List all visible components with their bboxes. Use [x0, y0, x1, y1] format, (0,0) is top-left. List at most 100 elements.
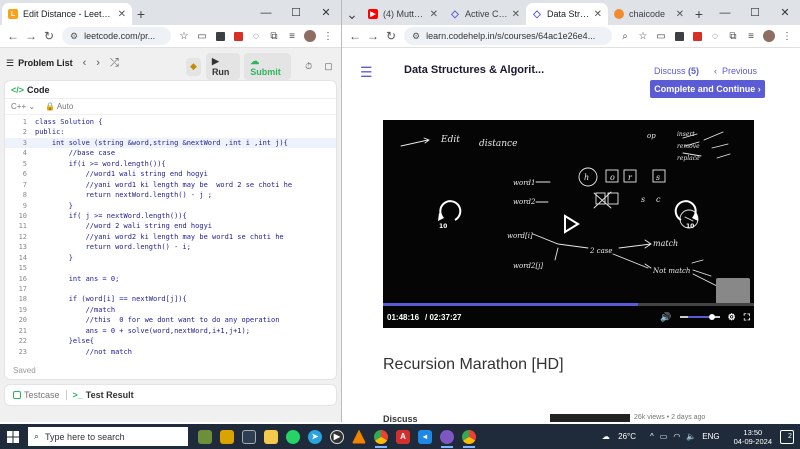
- notifications-icon[interactable]: 2: [780, 429, 794, 444]
- back-arrow-icon[interactable]: ←: [346, 29, 364, 43]
- skip-back-icon[interactable]: 10: [438, 200, 462, 230]
- language-indicator[interactable]: ENG: [702, 432, 719, 441]
- complete-continue-button[interactable]: Complete and Continue ›: [650, 80, 765, 98]
- site-info-icon[interactable]: ⚙: [412, 31, 420, 42]
- extension-ghost-icon[interactable]: ◌: [707, 28, 723, 44]
- testcase-tab[interactable]: Testcase: [13, 390, 60, 400]
- video-thumbnail[interactable]: [550, 414, 630, 422]
- taskbar-app-1[interactable]: [194, 424, 216, 449]
- url-field[interactable]: ⚙ leetcode.com/pr...: [62, 27, 171, 45]
- code-line[interactable]: 6 //word1 wali string end hogyi: [5, 169, 336, 179]
- volume-knob[interactable]: [708, 314, 715, 320]
- prev-problem-icon[interactable]: ‹: [83, 57, 87, 69]
- code-line[interactable]: 19 //match: [5, 305, 336, 315]
- more-menu-icon[interactable]: ⋮: [320, 28, 336, 44]
- settings-gear-icon[interactable]: ⚙: [728, 312, 736, 323]
- extension-icon[interactable]: [212, 28, 228, 44]
- back-arrow-icon[interactable]: ←: [4, 29, 22, 43]
- taskbar-acrobat[interactable]: A: [392, 424, 414, 449]
- code-editor[interactable]: 1 class Solution {2 public: 3 int solve (st…: [5, 117, 336, 361]
- code-line[interactable]: 9 }: [5, 201, 336, 211]
- speaker-icon[interactable]: 🔈: [686, 432, 696, 441]
- url-field[interactable]: ⚙ learn.codehelp.in/s/courses/64ac1e26e4…: [404, 27, 612, 45]
- code-line[interactable]: 23 //not match: [5, 347, 336, 357]
- taskbar-chrome-profile[interactable]: [436, 424, 458, 449]
- notes-icon[interactable]: ▢: [321, 58, 336, 76]
- code-line[interactable]: 16 int ans = 0;: [5, 274, 336, 284]
- reading-list-icon[interactable]: ≡: [743, 28, 759, 44]
- reload-icon[interactable]: ↻: [382, 29, 400, 43]
- volume-slider[interactable]: [679, 314, 720, 320]
- weather-widget[interactable]: ☁ 26°C: [602, 432, 636, 441]
- timer-icon[interactable]: ⏱: [301, 58, 316, 76]
- close-tab-icon[interactable]: ✕: [672, 9, 684, 20]
- close-window-button[interactable]: ✕: [770, 6, 800, 19]
- problem-list-icon[interactable]: ☰: [6, 58, 14, 69]
- close-tab-icon[interactable]: ✕: [590, 9, 602, 20]
- start-button[interactable]: [0, 424, 26, 449]
- code-line[interactable]: 5 if(i >= word.length()){: [5, 159, 336, 169]
- code-line[interactable]: 17: [5, 284, 336, 294]
- shuffle-icon[interactable]: ⤮: [110, 57, 119, 70]
- code-line[interactable]: 11 //word 2 wali string end hogyi: [5, 221, 336, 231]
- tab-chaicode[interactable]: chaicode ✕: [608, 3, 690, 25]
- extension-red-icon[interactable]: [230, 28, 246, 44]
- tab-youtube[interactable]: ▶ (4) Mutton B ✕: [362, 3, 444, 25]
- fullscreen-icon[interactable]: ⛶: [744, 312, 750, 323]
- code-line[interactable]: 12 //yani word2 ki length may be word1 s…: [5, 232, 336, 242]
- close-tab-icon[interactable]: ✕: [426, 9, 438, 20]
- close-tab-icon[interactable]: ✕: [508, 9, 520, 20]
- taskbar-chrome[interactable]: [370, 424, 392, 449]
- tab-search-icon[interactable]: ⌄: [342, 3, 362, 25]
- bookmark-star-icon[interactable]: ☆: [176, 28, 192, 44]
- taskbar-app-2[interactable]: [216, 424, 238, 449]
- taskbar-whatsapp[interactable]: [282, 424, 304, 449]
- extensions-puzzle-icon[interactable]: ⧉: [725, 28, 741, 44]
- code-line[interactable]: 18 if (word[i] == nextWord[j]){: [5, 294, 336, 304]
- code-line[interactable]: 13 return word.length() - i;: [5, 242, 336, 252]
- code-line[interactable]: 22 }else{: [5, 336, 336, 346]
- code-line[interactable]: 14 }: [5, 253, 336, 263]
- taskbar-telegram[interactable]: ➤: [304, 424, 326, 449]
- zoom-icon[interactable]: ⌕: [617, 28, 633, 44]
- close-window-button[interactable]: ✕: [311, 6, 341, 19]
- bookmark-star-icon[interactable]: ☆: [635, 28, 651, 44]
- language-selector[interactable]: C++ ⌄: [11, 102, 35, 111]
- run-button[interactable]: ▶ Run: [205, 53, 241, 80]
- extensions-puzzle-icon[interactable]: ⧉: [266, 28, 282, 44]
- maximize-button[interactable]: ☐: [281, 6, 311, 19]
- new-tab-button[interactable]: +: [132, 3, 150, 25]
- close-tab-icon[interactable]: ✕: [114, 9, 126, 20]
- code-line[interactable]: 1 class Solution {: [5, 117, 336, 127]
- code-line[interactable]: 20 //this 0 for we dont want to do any o…: [5, 315, 336, 325]
- code-line[interactable]: 7 //yani word1 ki length may be word 2 s…: [5, 180, 336, 190]
- minimize-button[interactable]: —: [251, 7, 281, 19]
- extension-icon[interactable]: [671, 28, 687, 44]
- code-line[interactable]: 3 int solve (string &word,string &nextWo…: [5, 137, 336, 149]
- taskbar-chrome-2[interactable]: [458, 424, 480, 449]
- extension-red-icon[interactable]: [689, 28, 705, 44]
- code-line[interactable]: 21 ans = 0 + solve(word,nextWord,i+1,j+1…: [5, 326, 336, 336]
- profile-avatar[interactable]: [761, 28, 777, 44]
- test-result-tab[interactable]: >_ Test Result: [73, 390, 134, 400]
- taskbar-file-explorer[interactable]: [260, 424, 282, 449]
- forward-arrow-icon[interactable]: →: [364, 29, 382, 43]
- new-tab-button[interactable]: +: [690, 3, 708, 25]
- cast-icon[interactable]: ▭: [653, 28, 669, 44]
- code-line[interactable]: 2 public:: [5, 127, 336, 137]
- more-menu-icon[interactable]: ⋮: [779, 28, 795, 44]
- code-line[interactable]: 4 //base case: [5, 148, 336, 158]
- profile-avatar[interactable]: [302, 28, 318, 44]
- forward-arrow-icon[interactable]: →: [22, 29, 40, 43]
- tab-data-structures[interactable]: ◇ Data Structu ✕: [526, 3, 608, 25]
- code-line[interactable]: 8 return nextWord.length() - j ;: [5, 190, 336, 200]
- cast-icon[interactable]: ▭: [194, 28, 210, 44]
- site-info-icon[interactable]: ⚙: [70, 31, 78, 42]
- video-player[interactable]: Edit distance op insert remove replace w…: [383, 120, 754, 328]
- wifi-icon[interactable]: ◠: [673, 432, 680, 441]
- show-hidden-icons[interactable]: ^: [650, 432, 654, 441]
- code-line[interactable]: 10 if( j >= nextWord.length()){: [5, 211, 336, 221]
- next-problem-icon[interactable]: ›: [96, 57, 100, 69]
- previous-link[interactable]: ‹ Previous: [714, 66, 757, 76]
- problem-list-link[interactable]: Problem List: [18, 58, 73, 68]
